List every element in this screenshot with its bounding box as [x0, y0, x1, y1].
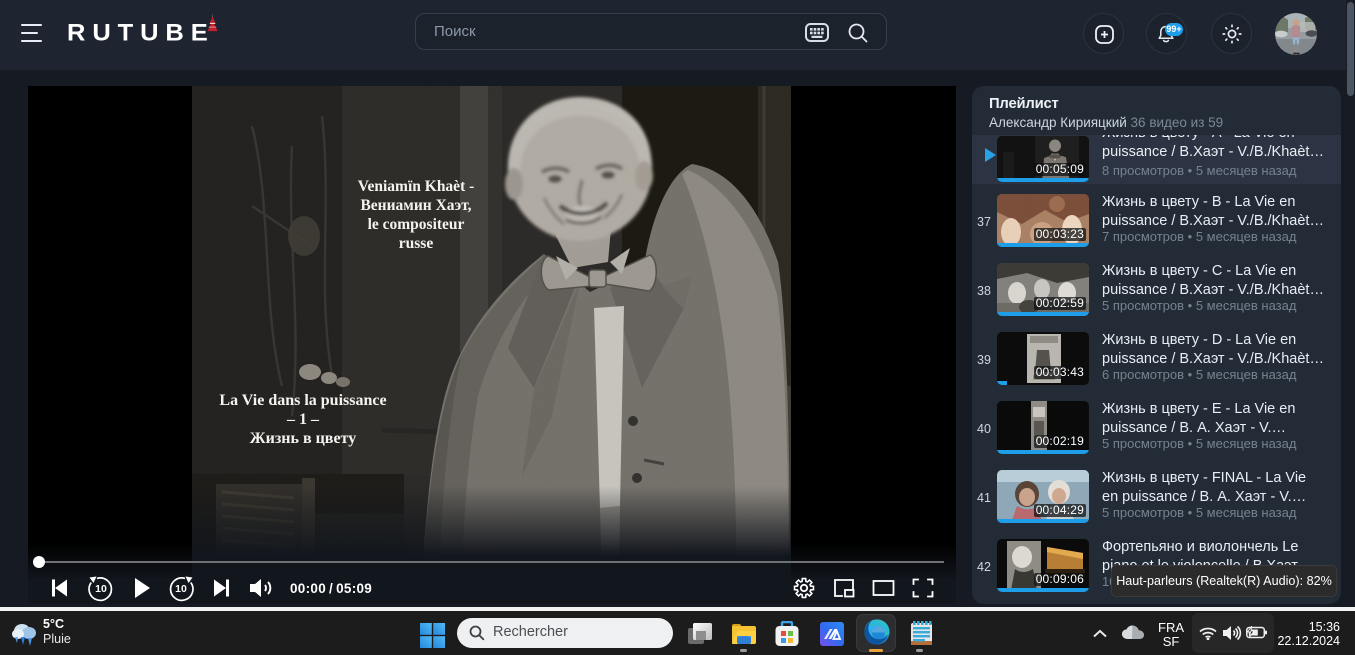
svg-text:10: 10 — [95, 583, 107, 595]
svg-text:Veniamïn Khaèt -: Veniamïn Khaèt - — [358, 178, 475, 195]
svg-text:10: 10 — [175, 583, 187, 595]
svg-text:russe: russe — [399, 235, 434, 252]
svg-text:le compositeur: le compositeur — [368, 216, 465, 233]
svg-text:– 1 –: – 1 – — [286, 411, 320, 428]
svg-text:Вениамин Хаэт,: Вениамин Хаэт, — [360, 197, 471, 214]
svg-text:Жизнь в цвету: Жизнь в цвету — [250, 430, 356, 447]
svg-text:La Vie dans la puissance: La Vie dans la puissance — [219, 392, 386, 409]
